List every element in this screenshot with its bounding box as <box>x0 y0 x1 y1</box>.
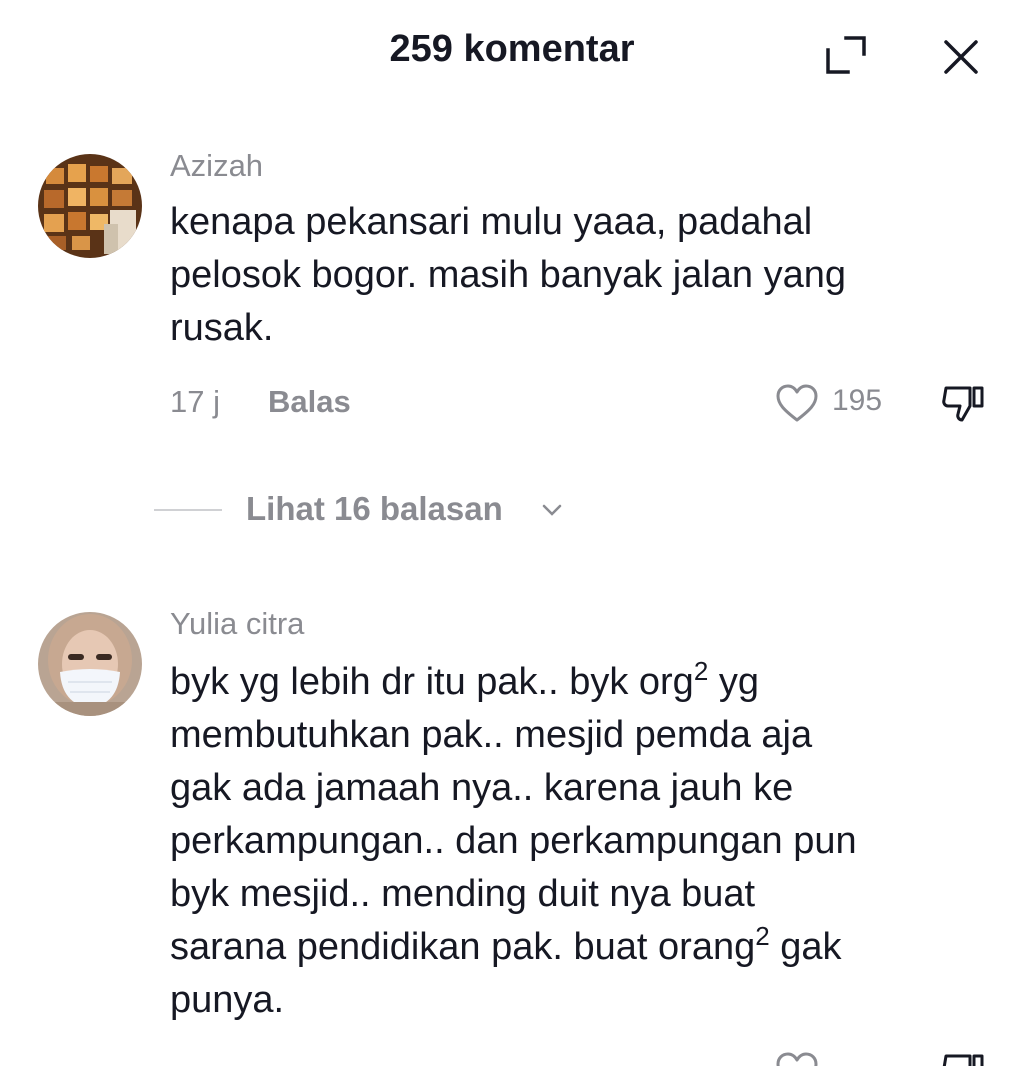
comment-username[interactable]: Yulia citra <box>170 606 304 642</box>
avatar[interactable] <box>38 612 142 716</box>
comment-text-line: perkampungan.. dan perkampungan pun <box>170 820 857 862</box>
comment-text-line: membutuhkan pak.. mesjid pemda aja <box>170 714 813 756</box>
like-button[interactable] <box>774 382 820 424</box>
comment-text-line: pelosok bogor. masih banyak jalan yang <box>170 254 847 296</box>
comments-header: 259 komentar <box>0 0 1024 100</box>
expand-icon <box>826 36 866 74</box>
avatar-image <box>38 612 142 716</box>
comment-text-fragment: sarana pendidikan pak. buat orang <box>170 926 756 968</box>
comment-text-line: rusak. <box>170 307 274 349</box>
close-icon <box>944 40 978 74</box>
comments-count-title: 259 komentar <box>389 28 635 70</box>
expand-button[interactable] <box>820 30 870 80</box>
comment-text-line: punya. <box>170 979 285 1021</box>
dislike-button[interactable] <box>938 1048 988 1066</box>
comment-text-fragment: yg <box>708 661 759 703</box>
close-button[interactable] <box>936 32 986 82</box>
view-replies-label: Lihat 16 balasan <box>246 490 503 527</box>
superscript: 2 <box>755 921 770 951</box>
superscript: 2 <box>693 656 709 686</box>
comment-text: byk yg lebih dr itu pak.. byk org2 yg me… <box>170 656 990 1027</box>
thumbs-down-icon <box>942 1054 984 1066</box>
comment-time: 17 j <box>170 384 220 419</box>
like-button[interactable] <box>774 1050 820 1066</box>
avatar-image <box>38 154 142 258</box>
chevron-down-icon <box>542 504 562 516</box>
avatar[interactable] <box>38 154 142 258</box>
comment-text-line: gak ada jamaah nya.. karena jauh ke <box>170 767 794 809</box>
dislike-button[interactable] <box>938 380 988 426</box>
comment-text-fragment: gak <box>769 926 842 968</box>
comments-sheet: 259 komentar Azizah kenapa pekansari mul… <box>0 0 1024 1066</box>
comment-text-fragment: byk yg lebih dr itu pak.. byk org <box>170 661 694 703</box>
comment-username[interactable]: Azizah <box>170 148 263 184</box>
comment-text-line: kenapa pekansari mulu yaaa, padahal <box>170 201 813 243</box>
thumbs-down-icon <box>942 386 984 422</box>
comment-text-line: byk yg lebih dr itu pak.. byk org2 yg <box>170 656 990 709</box>
comment-text: kenapa pekansari mulu yaaa, padahal pelo… <box>170 196 990 355</box>
like-count: 195 <box>832 384 883 417</box>
comment-text-line: sarana pendidikan pak. buat orang2 gak <box>170 921 990 974</box>
divider-line <box>154 509 222 511</box>
view-replies-button[interactable]: Lihat 16 balasan <box>154 488 614 532</box>
heart-icon <box>776 1052 818 1066</box>
heart-icon <box>776 384 818 422</box>
reply-button[interactable]: Balas <box>268 384 351 420</box>
comment-text-line: byk mesjid.. mending duit nya buat <box>170 873 756 915</box>
